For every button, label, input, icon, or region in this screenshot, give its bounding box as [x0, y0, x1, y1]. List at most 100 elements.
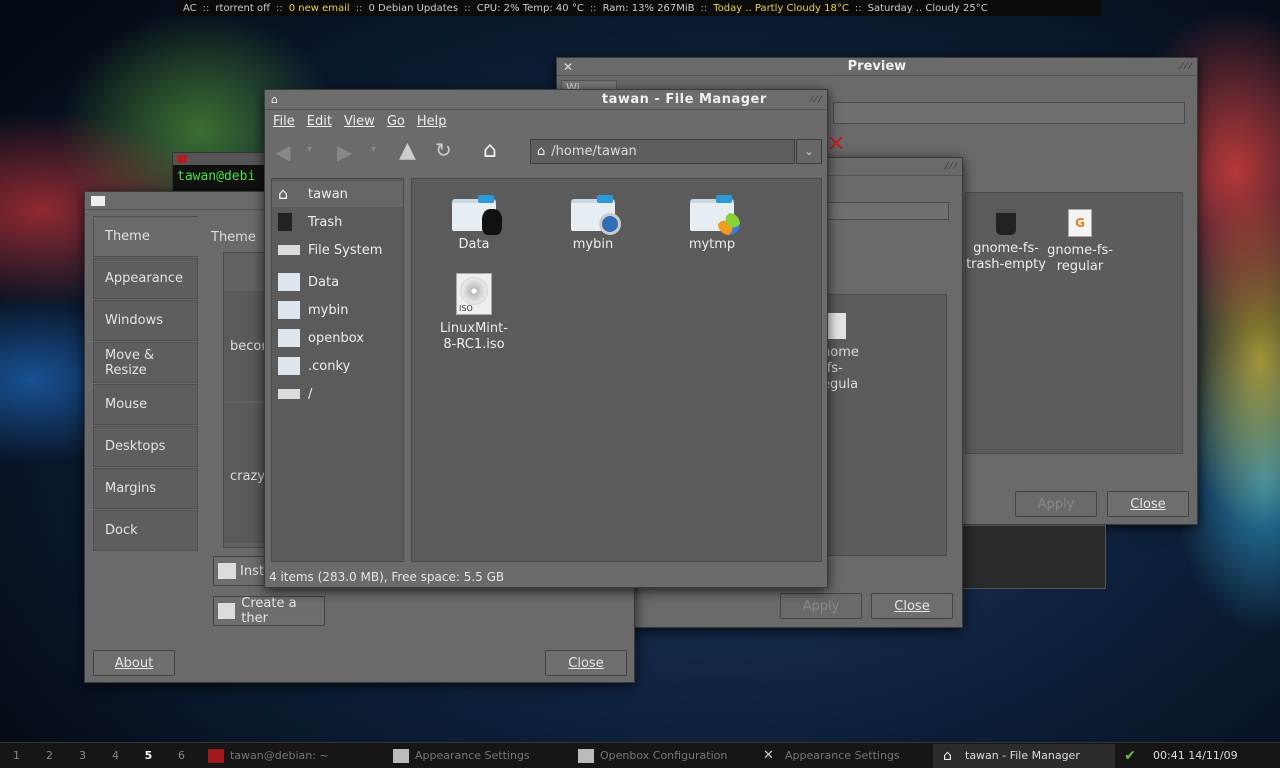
file-manager-window[interactable]: ⌂ tawan - File Manager ⁄ ⁄ ⁄ File Edit V… [264, 89, 828, 588]
sidebar-item-trash[interactable]: Trash [278, 209, 408, 235]
tab-windows[interactable]: Windows [93, 300, 198, 341]
workspace-4[interactable]: 4 [99, 749, 132, 762]
task-appearance-settings-2[interactable]: ✕ Appearance Settings [753, 744, 933, 768]
preview-icon-area: gnome-fs-trash-empty G gnome-fs-regular [965, 192, 1183, 454]
terminal-icon [208, 748, 224, 763]
back-icon[interactable]: ◀ [275, 140, 290, 164]
sidebar-item-mybin[interactable]: mybin [278, 297, 408, 323]
drive-icon [278, 389, 300, 399]
tab-theme[interactable]: Theme [93, 216, 198, 257]
preview-close-button[interactable]: Close [1107, 491, 1189, 517]
folder-icon [278, 273, 300, 291]
tools-icon: ✕ [563, 59, 574, 74]
tab-move-resize[interactable]: Move & Resize [93, 342, 198, 383]
terminal-window[interactable]: tawan@debi [172, 152, 272, 192]
window-controls[interactable]: ⁄ ⁄ ⁄ [1181, 62, 1191, 72]
install-icon [218, 563, 236, 579]
file-view[interactable]: Data mybin mytmp ISO LinuxMint-8-RC1.iso [411, 178, 822, 562]
trash-icon [996, 209, 1016, 235]
home-icon: ⌂ [943, 747, 952, 764]
weather-today: Today .. Partly Cloudy 18°C [713, 2, 849, 14]
sidebar-item-root[interactable]: / [278, 381, 408, 407]
partial-file-label: nome-fs-egular [822, 345, 859, 408]
workspace-2[interactable]: 2 [33, 749, 66, 762]
sidebar: ⌂ tawan Trash File System Data mybin open… [271, 178, 404, 562]
window-icon [578, 748, 594, 763]
middle-close-button[interactable]: Close [871, 593, 953, 619]
regular-file-item[interactable]: G gnome-fs-regular [1040, 209, 1120, 275]
menu-help[interactable]: Help [417, 114, 447, 129]
window-controls[interactable]: ⁄ ⁄ ⁄ [946, 162, 956, 172]
folder-icon [690, 195, 740, 235]
folder-icon [278, 357, 300, 375]
file-item-data[interactable]: Data [424, 195, 524, 252]
terminal-icon [177, 155, 187, 163]
home-button-icon[interactable]: ⌂ [483, 138, 497, 163]
sidebar-item-conky[interactable]: .conky [278, 353, 408, 379]
tab-mouse[interactable]: Mouse [93, 384, 198, 425]
folder-icon [278, 301, 300, 319]
workspace-1[interactable]: 1 [0, 749, 33, 762]
trash-empty-item[interactable]: gnome-fs-trash-empty [966, 209, 1046, 273]
ac-status: AC [183, 2, 197, 14]
tab-appearance[interactable]: Appearance [93, 258, 198, 299]
window-icon [91, 195, 105, 206]
location-bar[interactable]: ⌂ /home/tawan [530, 139, 795, 164]
window-controls[interactable]: ⁄ ⁄ ⁄ [811, 95, 821, 105]
forward-dropdown-icon[interactable]: ▾ [371, 144, 376, 155]
task-file-manager[interactable]: ⌂ tawan - File Manager [933, 743, 1115, 768]
tab-desktops[interactable]: Desktops [93, 426, 198, 467]
middle-apply-button[interactable]: Apply [780, 593, 862, 619]
file-item-mytmp[interactable]: mytmp [662, 195, 762, 252]
system-monitor-bar: AC:: rtorrent off:: 0 new email:: 0 Debi… [177, 0, 1102, 16]
workspace-5[interactable]: 5 [132, 749, 165, 762]
email-status: 0 new email [288, 2, 350, 14]
status-bar: 4 items (283.0 MB), Free space: 5.5 GB [269, 570, 505, 584]
workspace-3[interactable]: 3 [66, 749, 99, 762]
window-icon [393, 748, 409, 763]
location-dropdown[interactable]: ⌄ [796, 139, 822, 164]
network-tray-icon[interactable]: ✔ [1115, 748, 1145, 764]
tools-icon: ✕ [763, 747, 774, 763]
theme-column-header: Theme [211, 230, 256, 245]
sidebar-item-tawan[interactable]: ⌂ tawan [272, 181, 403, 207]
create-theme-button[interactable]: Create a ther [213, 596, 325, 626]
reload-icon[interactable]: ↻ [435, 138, 452, 162]
file-item-iso[interactable]: ISO LinuxMint-8-RC1.iso [424, 273, 524, 353]
menu-view[interactable]: View [344, 114, 375, 129]
workspace-6[interactable]: 6 [165, 749, 198, 762]
updates-status: 0 Debian Updates [368, 2, 459, 14]
disc-image-icon: ISO [456, 273, 492, 315]
sidebar-item-data[interactable]: Data [278, 269, 408, 295]
about-button[interactable]: About [93, 650, 175, 676]
forward-icon[interactable]: ▶ [337, 140, 352, 164]
close-x-icon[interactable]: ✕ [827, 132, 845, 157]
clock: 00:41 14/11/09 [1153, 749, 1238, 762]
tab-margins[interactable]: Margins [93, 468, 198, 509]
close-button[interactable]: Close [545, 650, 627, 676]
preview-apply-button[interactable]: Apply [1015, 491, 1097, 517]
folder-icon [452, 195, 502, 235]
menu-bar: File Edit View Go Help [265, 110, 827, 132]
folder-icon [571, 195, 621, 235]
task-openbox-config[interactable]: Openbox Configuration [568, 744, 753, 768]
home-icon: ⌂ [278, 184, 289, 203]
middle-list-area: nome-fs-egular [821, 294, 947, 556]
menu-go[interactable]: Go [387, 114, 405, 129]
menu-edit[interactable]: Edit [307, 114, 332, 129]
task-appearance-settings-1[interactable]: Appearance Settings [383, 744, 568, 768]
sidebar-item-filesystem[interactable]: File System [278, 237, 408, 263]
weather-saturday: Saturday .. Cloudy 25°C [867, 2, 988, 14]
tab-dock[interactable]: Dock [93, 510, 198, 551]
sidebar-item-openbox[interactable]: openbox [278, 325, 408, 351]
task-terminal[interactable]: tawan@debian: ~ [198, 744, 383, 768]
back-dropdown-icon[interactable]: ▾ [307, 144, 312, 155]
home-folder-icon: ⌂ [537, 144, 546, 159]
folder-icon [278, 329, 300, 347]
trash-icon [278, 213, 292, 231]
menu-file[interactable]: File [273, 114, 295, 129]
file-manager-title: tawan - File Manager [601, 92, 767, 107]
file-item-mybin[interactable]: mybin [543, 195, 643, 252]
ram-status: Ram: 13% 267MiB [602, 2, 695, 14]
up-icon[interactable]: ▲ [399, 138, 416, 163]
